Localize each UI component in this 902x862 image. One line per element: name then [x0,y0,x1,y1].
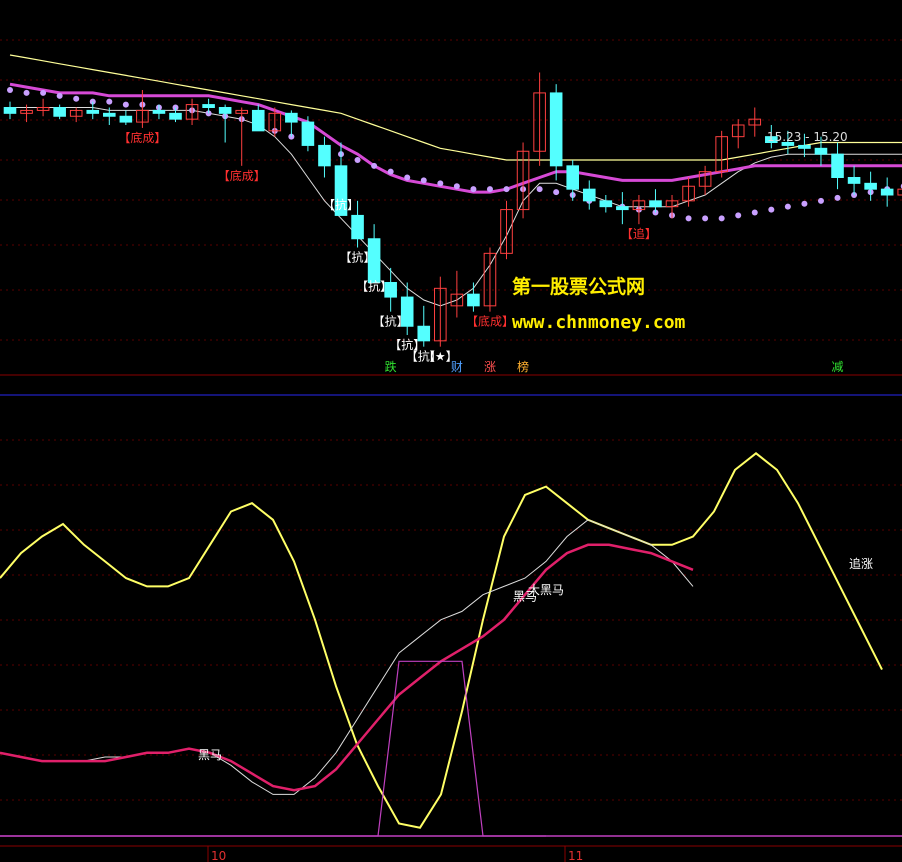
ma-dot [437,180,444,187]
candle-body [351,214,364,240]
ma-dot [503,186,510,193]
signal-label: 【追】 [621,226,657,241]
ma-dot [486,186,493,193]
ma-dot [702,215,709,222]
candle-body [864,182,877,190]
ma-dot [784,203,791,210]
signal-label: 【底成】 [218,168,266,183]
ma-dot [354,157,361,163]
ma-dot [801,200,808,207]
candle-body [798,144,811,149]
ma-dot [817,197,824,204]
x-tick-label: 10 [211,849,226,862]
candle-body [582,188,596,202]
signal-label: 【底成】 [118,130,166,145]
ma-dot [735,212,742,219]
ma-dot [73,95,80,102]
ma-dot [387,168,394,175]
watermark-title: 第一股票公式网 [512,275,645,298]
candle-body [814,147,828,155]
ma-dot [685,215,692,222]
bottom-marker: 涨 [484,359,496,374]
ma-dot [751,209,758,216]
candle-body [103,112,116,117]
candle-body [202,104,215,109]
candle-body [566,165,580,190]
bottom-marker: 财 [451,360,463,374]
bottom-marker: 跌 [385,359,397,374]
indicator-label: 追涨 [849,556,873,571]
candle-body [3,107,17,114]
ma-dot [553,189,560,196]
candle-body [318,144,331,167]
ma-dot [371,162,378,169]
candle-body [649,200,662,208]
candle-body [301,121,315,146]
price-range-label: 15.23 - 15.20 [767,130,848,144]
watermark-url: www.chnmoney.com [512,312,686,333]
candle-body [53,107,66,117]
bottom-marker: 榜 [517,359,529,374]
candle-body [86,109,100,114]
candle-body [218,107,232,114]
ma-dot [768,206,775,213]
signal-label: 【底成】 [466,314,514,329]
x-tick-label: 11 [568,849,583,862]
candle-body [152,109,166,114]
candle-body [847,177,861,184]
candle-body [251,109,265,132]
ma-dot [106,98,113,105]
candle-body [285,112,298,123]
indicator-label: 黑马 [198,748,222,762]
candle-body [599,200,613,208]
ma-dot [122,101,129,108]
ma-dot [40,89,47,96]
signal-label: 【抗】 [323,197,359,212]
ma-dot [470,186,477,193]
ma-dot [834,194,841,201]
ma-dot [23,89,30,96]
signal-label: 【抗】 [340,250,376,265]
ma-dot [404,174,411,181]
ma-dot [56,92,63,99]
signal-label: 【抗】 [356,279,392,294]
candle-body [119,115,133,123]
ma-dot [536,186,543,193]
ma-dot [420,177,427,184]
ma-dot [453,183,460,190]
indicator-label: 大黑马 [528,583,564,597]
candle-body [616,206,629,211]
candle-body [549,92,563,167]
stock-chart: 【底成】【底成】【抗】【抗】【抗】【抗】【抗】【抗】【★】【底成】【追】跌财涨榜… [0,0,902,862]
ma-dot [718,215,725,222]
candle-body [880,188,894,196]
ma-dot [7,87,13,93]
candle-body [169,112,182,120]
candle-body [831,153,844,179]
signal-label: 【抗】 [373,314,409,329]
bottom-marker: 减 [832,360,844,374]
candle-body [467,293,480,307]
